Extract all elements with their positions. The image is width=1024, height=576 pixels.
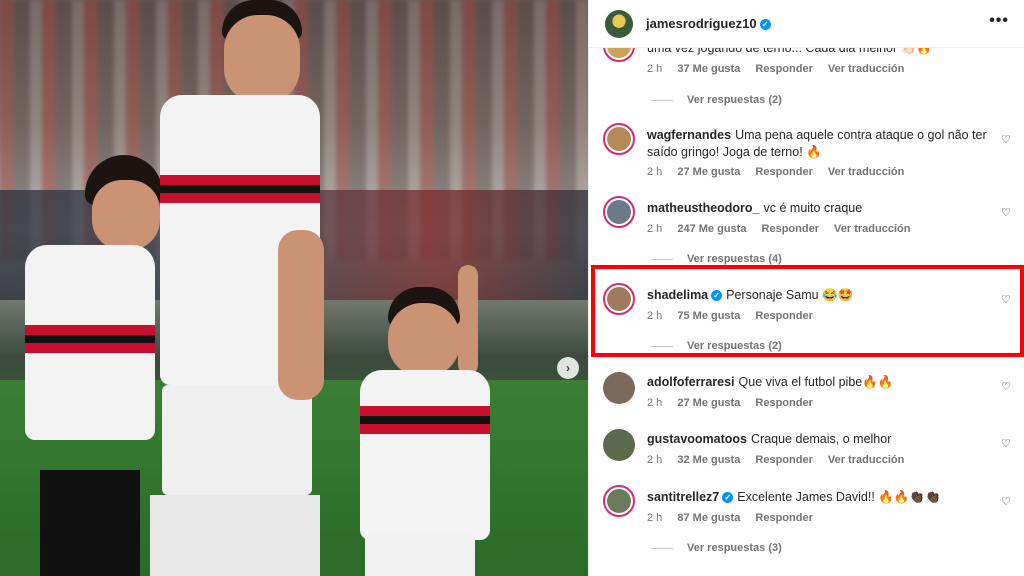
commenter-avatar[interactable]	[603, 429, 635, 461]
comment-item: santitrellez7 ✓ Excelente James David!! 🔥🔥…	[589, 485, 1024, 555]
comment-text: matheustheodoro_ vc é muito craque	[647, 201, 863, 215]
comment-meta: 2 h 37 Me gusta Responder Ver traducción	[647, 63, 916, 75]
commenter-avatar[interactable]	[603, 196, 635, 228]
like-heart-icon[interactable]: ♡	[1001, 293, 1011, 306]
view-replies-button[interactable]: Ver respuestas (2)	[651, 340, 782, 352]
comment-meta: 2 h 75 Me gusta Responder	[647, 310, 813, 322]
reply-button[interactable]: Responder	[755, 454, 812, 466]
translate-button[interactable]: Ver traducción	[828, 166, 904, 178]
comment-likes[interactable]: 27 Me gusta	[677, 397, 740, 409]
comment-item: wagfernandes Uma pena aquele contra ataqu…	[589, 123, 1024, 187]
translate-button[interactable]: Ver traducción	[828, 454, 904, 466]
comment-item: shadelima ✓ Personaje Samu 😂🤩 2 h 75 Me gu…	[589, 283, 1024, 353]
commenter-avatar[interactable]	[603, 372, 635, 404]
comment-likes[interactable]: 75 Me gusta	[677, 310, 740, 322]
reply-button[interactable]: Responder	[755, 166, 812, 178]
reply-button[interactable]: Responder	[755, 310, 812, 322]
commenter-avatar[interactable]	[603, 123, 635, 155]
translate-button[interactable]: Ver traducción	[828, 63, 904, 75]
like-heart-icon[interactable]: ♡	[1001, 380, 1011, 393]
comments-panel: jamesrodriguez10 ✓ ••• uma vez jogando de…	[588, 0, 1024, 576]
comment-text: gustavoomatoos Craque demais, o melhor	[647, 432, 892, 446]
comment-item: uma vez jogando de terno... Cada dia mel…	[589, 30, 1024, 116]
reply-button[interactable]: Responder	[755, 512, 812, 524]
author-avatar[interactable]	[605, 10, 633, 38]
reply-button[interactable]: Responder	[755, 397, 812, 409]
chevron-right-icon: ›	[566, 361, 570, 375]
view-replies-button[interactable]: Ver respuestas (4)	[651, 253, 782, 265]
comment-likes[interactable]: 32 Me gusta	[677, 454, 740, 466]
comment-meta: 2 h 27 Me gusta Responder Ver traducción	[647, 166, 905, 178]
comment-likes[interactable]: 27 Me gusta	[677, 166, 740, 178]
comment-meta: 2 h 32 Me gusta Responder Ver traducción	[647, 454, 905, 466]
comment-meta: 2 h 27 Me gusta Responder	[647, 397, 813, 409]
like-heart-icon[interactable]: ♡	[1001, 495, 1011, 508]
boy-small	[330, 265, 510, 576]
translate-button[interactable]: Ver traducción	[834, 223, 910, 235]
verified-badge-icon: ✓	[722, 492, 734, 504]
post-photo[interactable]: ›	[0, 0, 588, 576]
verified-badge-icon: ✓	[711, 290, 723, 302]
post-header: jamesrodriguez10 ✓ •••	[589, 0, 1024, 48]
boy-left	[0, 150, 170, 576]
like-heart-icon[interactable]: ♡	[1001, 437, 1011, 450]
comment-text: shadelima ✓ Personaje Samu 😂🤩	[647, 288, 854, 302]
comment-text: wagfernandes Uma pena aquele contra ataqu…	[647, 128, 987, 159]
reply-button[interactable]: Responder	[762, 223, 819, 235]
reply-button[interactable]: Responder	[755, 63, 812, 75]
man-center	[150, 0, 350, 576]
comment-meta: 2 h 247 Me gusta Responder Ver traducció…	[647, 223, 911, 235]
like-heart-icon[interactable]: ♡	[1001, 206, 1011, 219]
comment-likes[interactable]: 247 Me gusta	[677, 223, 746, 235]
like-heart-icon[interactable]: ♡	[1001, 133, 1011, 146]
commenter-avatar[interactable]	[603, 485, 635, 517]
comment-text: santitrellez7 ✓ Excelente James David!! 🔥🔥…	[647, 490, 941, 504]
comment-meta: 2 h 87 Me gusta Responder	[647, 512, 813, 524]
more-options-icon[interactable]: •••	[989, 12, 1009, 30]
comment-likes[interactable]: 87 Me gusta	[677, 512, 740, 524]
verified-badge-icon: ✓	[759, 19, 771, 31]
comment-likes[interactable]: 37 Me gusta	[677, 63, 740, 75]
view-replies-button[interactable]: Ver respuestas (2)	[651, 94, 782, 106]
next-photo-button[interactable]: ›	[557, 357, 579, 379]
comment-text: adolfoferraresi Que viva el futbol pibe🔥🔥	[647, 375, 894, 389]
author-username[interactable]: jamesrodriguez10 ✓	[646, 16, 771, 31]
comment-item: gustavoomatoos Craque demais, o melhor 2 …	[589, 429, 1024, 479]
comment-time: 2 h	[647, 63, 663, 75]
view-replies-button[interactable]: Ver respuestas (3)	[651, 542, 782, 554]
comment-item: matheustheodoro_ vc é muito craque 2 h 24…	[589, 196, 1024, 266]
comment-item: adolfoferraresi Que viva el futbol pibe🔥🔥…	[589, 372, 1024, 422]
commenter-avatar[interactable]	[603, 283, 635, 315]
